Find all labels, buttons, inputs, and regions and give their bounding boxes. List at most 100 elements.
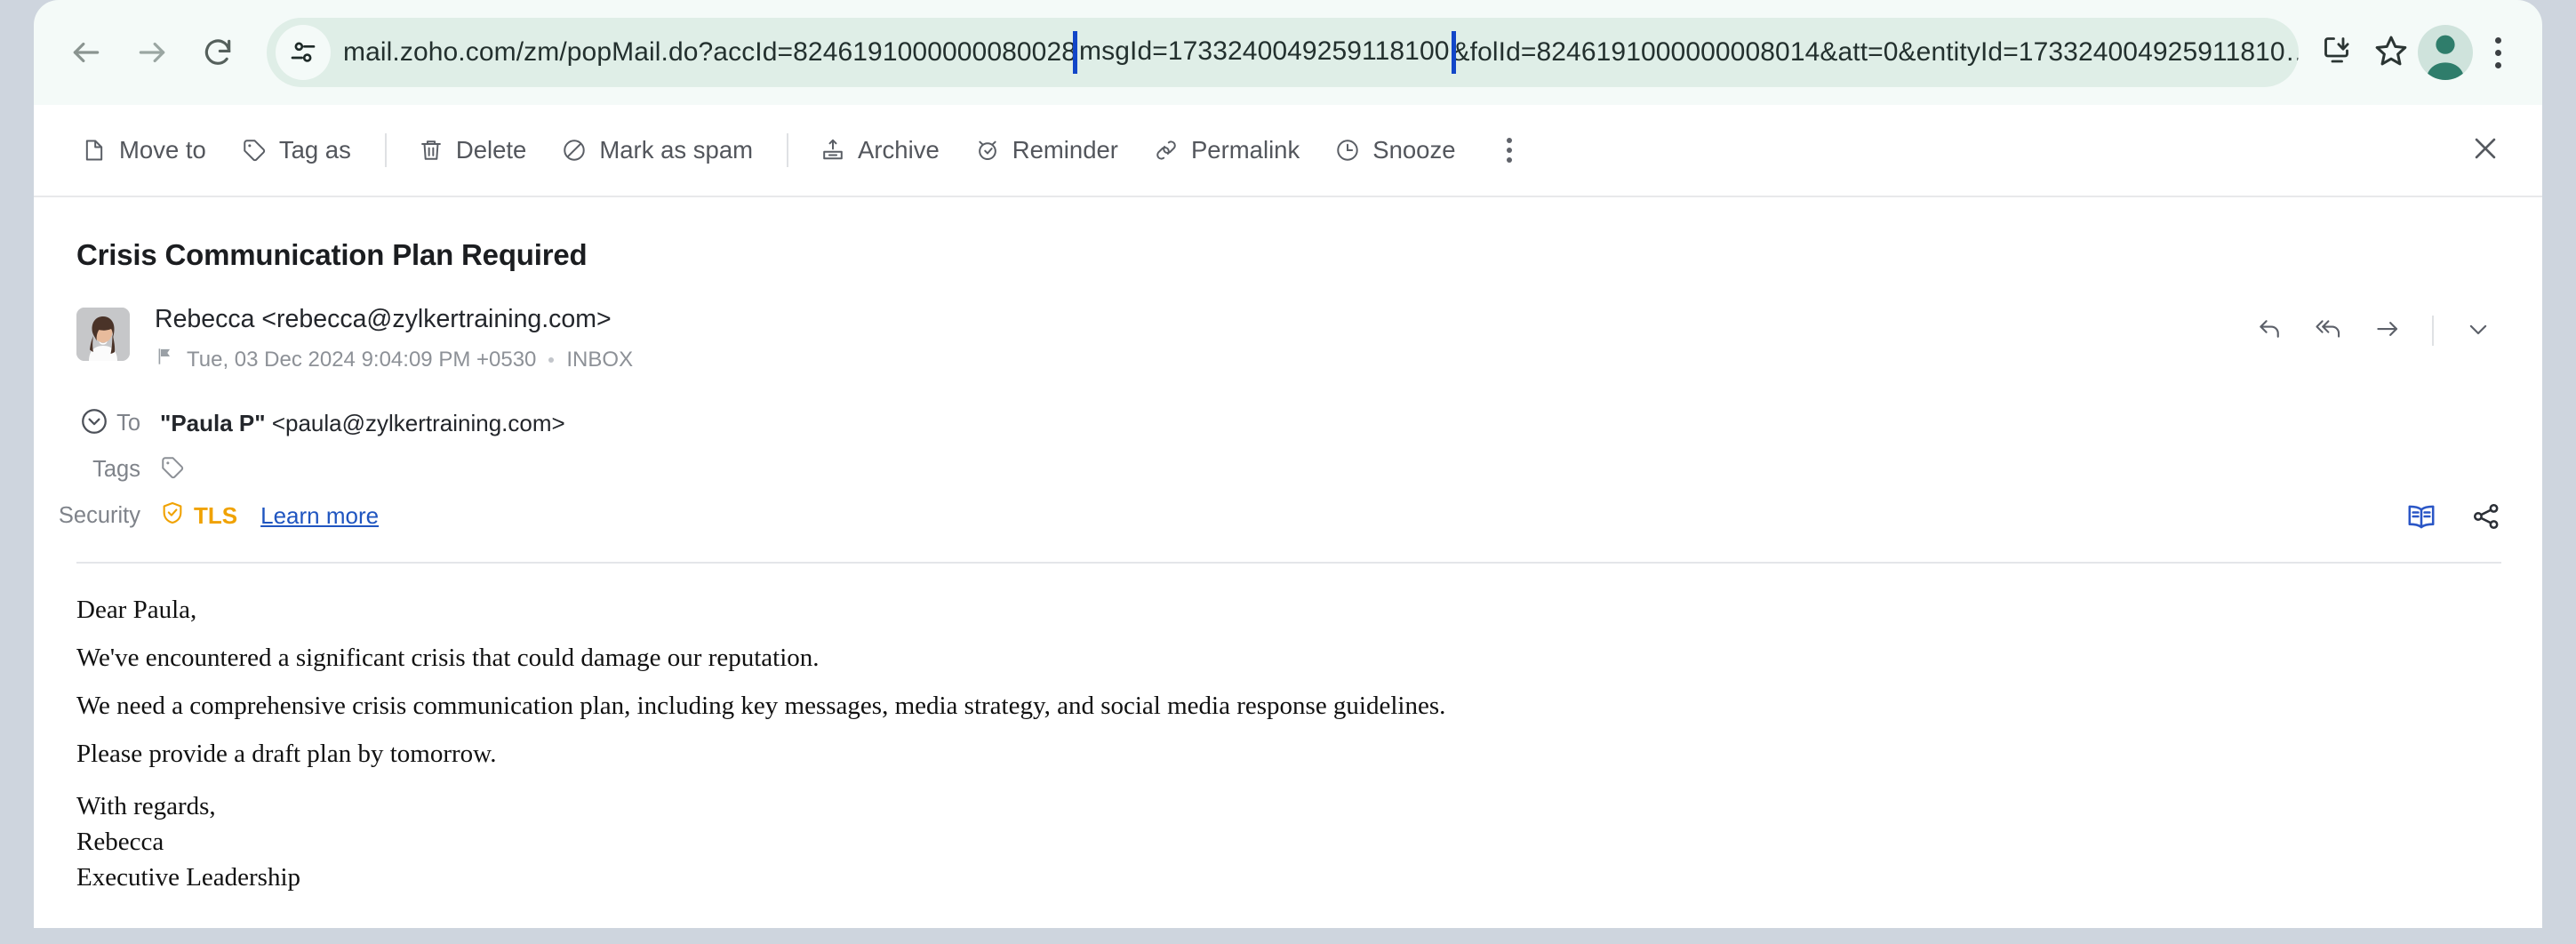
chevron-down-icon [2465, 316, 2492, 347]
move-to-button[interactable]: Move to [69, 127, 219, 173]
meta-separator-dot [548, 357, 554, 363]
forward-button[interactable] [2364, 308, 2411, 354]
header-divider [76, 562, 2501, 564]
dot [2495, 50, 2501, 56]
block-icon [562, 138, 587, 163]
reminder-label: Reminder [1012, 136, 1118, 164]
signature-title: Executive Leadership [76, 860, 2500, 896]
message-body: Dear Paula, We've encountered a signific… [34, 564, 2542, 895]
alarm-icon [975, 138, 1000, 163]
reading-view-icon[interactable] [2405, 500, 2437, 537]
mark-as-spam-label: Mark as spam [599, 136, 753, 164]
url-suffix: &folId=8246191000000008014&att=0&entityI… [1452, 37, 2299, 68]
mail-action-toolbar: Move to Tag as Delete Mark as spam [34, 105, 2542, 197]
flag-icon [155, 346, 174, 373]
tags-value[interactable] [160, 455, 185, 484]
site-info-icon[interactable] [276, 25, 331, 80]
field-row-to: To "Paula P" <paula@zylkertraining.com> [34, 400, 2542, 446]
field-row-tags: Tags [34, 446, 2542, 492]
dot [1507, 157, 1512, 163]
arrow-left-icon [69, 36, 103, 69]
reload-button[interactable] [185, 20, 251, 85]
message-date: Tue, 03 Dec 2024 9:04:09 PM +0530 [187, 348, 536, 372]
body-paragraph-2: We need a comprehensive crisis communica… [76, 693, 2500, 719]
forward-button[interactable] [119, 20, 185, 85]
body-paragraph-3: Please provide a draft plan by tomorrow. [76, 741, 2500, 767]
address-bar[interactable]: mail.zoho.com/zm/popMail.do?accId=824619… [267, 18, 2299, 87]
security-value: TLS [194, 502, 237, 530]
dot [1507, 138, 1512, 143]
sender-row: Rebecca <rebecca@zylkertraining.com> Tue… [34, 306, 2542, 373]
url-highlighted-param: msgId=1733240049259118100 [1077, 31, 1452, 74]
sender-avatar[interactable] [76, 308, 130, 361]
to-name: "Paula P" [160, 410, 266, 436]
message-actions [2247, 308, 2501, 354]
message-header: Rebecca <rebecca@zylkertraining.com> Tue… [34, 272, 2542, 564]
security-label: Security [34, 503, 160, 529]
snooze-label: Snooze [1372, 136, 1455, 164]
permalink-button[interactable]: Permalink [1141, 127, 1312, 173]
tag-as-button[interactable]: Tag as [229, 127, 364, 173]
browser-window: mail.zoho.com/zm/popMail.do?accId=824619… [0, 0, 2576, 944]
body-greeting: Dear Paula, [76, 597, 2500, 623]
star-icon [2374, 34, 2408, 72]
security-badge: TLS [160, 500, 237, 532]
avatar-photo-icon [76, 308, 130, 361]
sender-details: Rebecca <rebecca@zylkertraining.com> Tue… [155, 306, 633, 373]
actions-separator [2432, 316, 2434, 346]
chrome-menu-button[interactable] [2473, 20, 2523, 85]
dot [2495, 37, 2501, 44]
folder-icon [82, 138, 107, 163]
snooze-button[interactable]: Snooze [1323, 127, 1468, 173]
delete-button[interactable]: Delete [406, 127, 540, 173]
signature-signoff: With regards, [76, 789, 2500, 825]
archive-icon [820, 138, 845, 163]
to-value[interactable]: "Paula P" <paula@zylkertraining.com> [160, 410, 565, 437]
toolbar-more-button[interactable] [1490, 129, 1529, 172]
delete-label: Delete [456, 136, 527, 164]
reply-all-button[interactable] [2306, 308, 2352, 354]
dot [2495, 62, 2501, 68]
circle-chevron-down-icon [79, 406, 109, 436]
archive-button[interactable]: Archive [808, 127, 952, 173]
toolbar-separator [385, 133, 387, 167]
arrow-right-icon [2374, 316, 2401, 347]
message-meta: Tue, 03 Dec 2024 9:04:09 PM +0530 INBOX [155, 346, 633, 373]
tag-icon [242, 138, 267, 163]
share-icon[interactable] [2471, 501, 2501, 536]
dot [1507, 148, 1512, 153]
tags-label: Tags [34, 457, 160, 483]
arrow-right-icon [135, 36, 169, 69]
permalink-label: Permalink [1191, 136, 1300, 164]
person-icon [2418, 25, 2473, 80]
learn-more-link[interactable]: Learn more [260, 502, 379, 530]
profile-avatar[interactable] [2418, 25, 2473, 80]
tag-as-label: Tag as [279, 136, 351, 164]
back-button[interactable] [53, 20, 119, 85]
bookmark-button[interactable] [2364, 26, 2418, 79]
trash-icon [419, 138, 444, 163]
message-more-button[interactable] [2455, 308, 2501, 354]
reload-icon [201, 36, 235, 69]
reply-button[interactable] [2247, 308, 2293, 354]
collapse-details-button[interactable] [76, 404, 112, 439]
message-fields: To "Paula P" <paula@zylkertraining.com> … [34, 400, 2542, 539]
body-paragraph-1: We've encountered a significant crisis t… [76, 645, 2500, 671]
mail-page: Move to Tag as Delete Mark as spam [34, 105, 2542, 928]
install-download-icon [2322, 35, 2354, 71]
reminder-button[interactable]: Reminder [963, 127, 1131, 173]
browser-chrome: mail.zoho.com/zm/popMail.do?accId=824619… [34, 0, 2542, 105]
message-side-actions [2405, 500, 2501, 537]
clock-icon [1335, 138, 1360, 163]
sender-name: Rebecca <rebecca@zylkertraining.com> [155, 306, 633, 333]
close-button[interactable] [2460, 125, 2510, 175]
url-prefix: mail.zoho.com/zm/popMail.do?accId=824619… [343, 37, 1076, 68]
message-folder: INBOX [566, 348, 633, 372]
install-page-button[interactable] [2311, 26, 2364, 79]
reply-icon [2257, 316, 2284, 347]
mark-as-spam-button[interactable]: Mark as spam [549, 127, 765, 173]
signature-name: Rebecca [76, 825, 2500, 860]
toolbar-separator [787, 133, 788, 167]
message-subject: Crisis Communication Plan Required [34, 197, 2542, 272]
close-icon [2470, 133, 2500, 168]
